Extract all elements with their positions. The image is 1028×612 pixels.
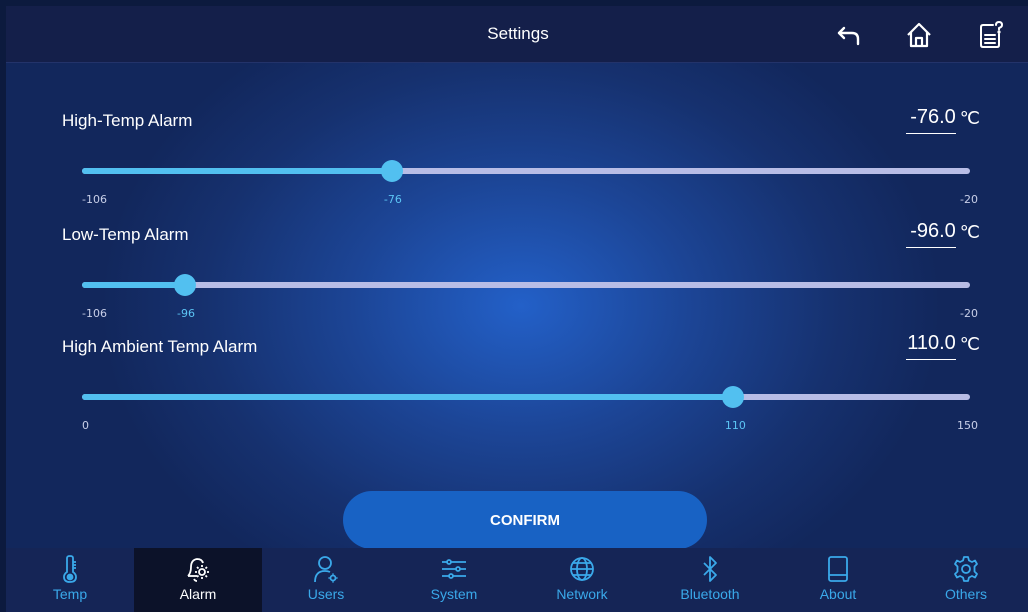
low-temp-value-input[interactable]: -96.0	[905, 220, 956, 248]
back-arrow-icon[interactable]	[834, 20, 864, 50]
high-temp-slider[interactable]	[82, 160, 970, 182]
thermometer-icon	[63, 555, 77, 583]
page-title: Settings	[487, 24, 549, 43]
unit-label: ℃	[959, 108, 980, 128]
nav-label: About	[819, 586, 857, 602]
nav-label: Alarm	[179, 586, 217, 602]
slider-min-label: -106	[82, 307, 107, 320]
slider-max-label: -20	[960, 307, 978, 320]
setting-value-group: -76.0 ℃	[905, 106, 980, 134]
nav-label: Temp	[52, 586, 88, 602]
alarm-bell-gear-icon	[187, 558, 209, 582]
setting-value-group: -96.0 ℃	[905, 220, 980, 248]
settings-screen: Settings High-Temp Alarm -76.0 ℃ -106 -7…	[6, 6, 1028, 612]
slider-max-label: -20	[960, 193, 978, 206]
unit-label: ℃	[959, 222, 980, 242]
nav-label: Network	[556, 586, 608, 602]
slider-thumb[interactable]	[174, 274, 196, 296]
nav-item-about[interactable]: About	[774, 548, 902, 612]
nav-item-network[interactable]: Network	[518, 548, 646, 612]
nav-label: Others	[944, 586, 987, 602]
slider-current-label: 110	[724, 419, 746, 432]
ambient-temp-slider[interactable]	[82, 386, 970, 408]
nav-label: Users	[307, 586, 345, 602]
nav-item-bluetooth[interactable]: Bluetooth	[646, 548, 774, 612]
nav-label: System	[430, 586, 478, 602]
nav-label: Bluetooth	[680, 586, 740, 602]
slider-current-label: -76	[383, 193, 402, 206]
user-gear-icon	[314, 556, 338, 583]
setting-value-group: 110.0 ℃	[905, 332, 980, 360]
nav-item-users[interactable]: Users	[262, 548, 390, 612]
slider-min-label: -106	[82, 193, 107, 206]
sliders-icon	[442, 559, 466, 579]
setting-label: High Ambient Temp Alarm	[62, 337, 258, 356]
gear-icon	[954, 556, 978, 582]
setting-label: High-Temp Alarm	[62, 111, 193, 130]
bluetooth-icon	[703, 556, 717, 582]
high-temp-value-input[interactable]: -76.0	[905, 106, 956, 134]
unit-label: ℃	[959, 334, 980, 354]
nav-item-temp[interactable]: Temp	[6, 548, 134, 612]
clipboard-help-icon[interactable]	[976, 20, 1006, 50]
nav-item-others[interactable]: Others	[902, 548, 1028, 612]
header-bar: Settings	[6, 6, 1028, 63]
slider-current-label: -96	[177, 307, 195, 320]
bottom-nav: Temp Alarm Users System Network Bluetoot…	[6, 548, 1028, 612]
setting-label: Low-Temp Alarm	[62, 225, 189, 244]
globe-icon	[570, 557, 594, 581]
nav-item-system[interactable]: System	[390, 548, 518, 612]
ambient-temp-value-input[interactable]: 110.0	[905, 332, 956, 360]
confirm-button[interactable]: CONFIRM	[343, 491, 707, 549]
slider-thumb[interactable]	[721, 386, 744, 408]
slider-thumb[interactable]	[380, 160, 403, 182]
tablet-icon	[828, 556, 848, 582]
slider-fill	[82, 168, 392, 174]
slider-fill	[82, 394, 733, 400]
low-temp-slider[interactable]	[82, 274, 970, 296]
slider-min-label: 0	[82, 419, 89, 432]
home-icon[interactable]	[904, 20, 934, 50]
nav-item-alarm[interactable]: Alarm	[134, 548, 262, 612]
slider-fill	[82, 282, 185, 288]
slider-max-label: 150	[957, 419, 978, 432]
